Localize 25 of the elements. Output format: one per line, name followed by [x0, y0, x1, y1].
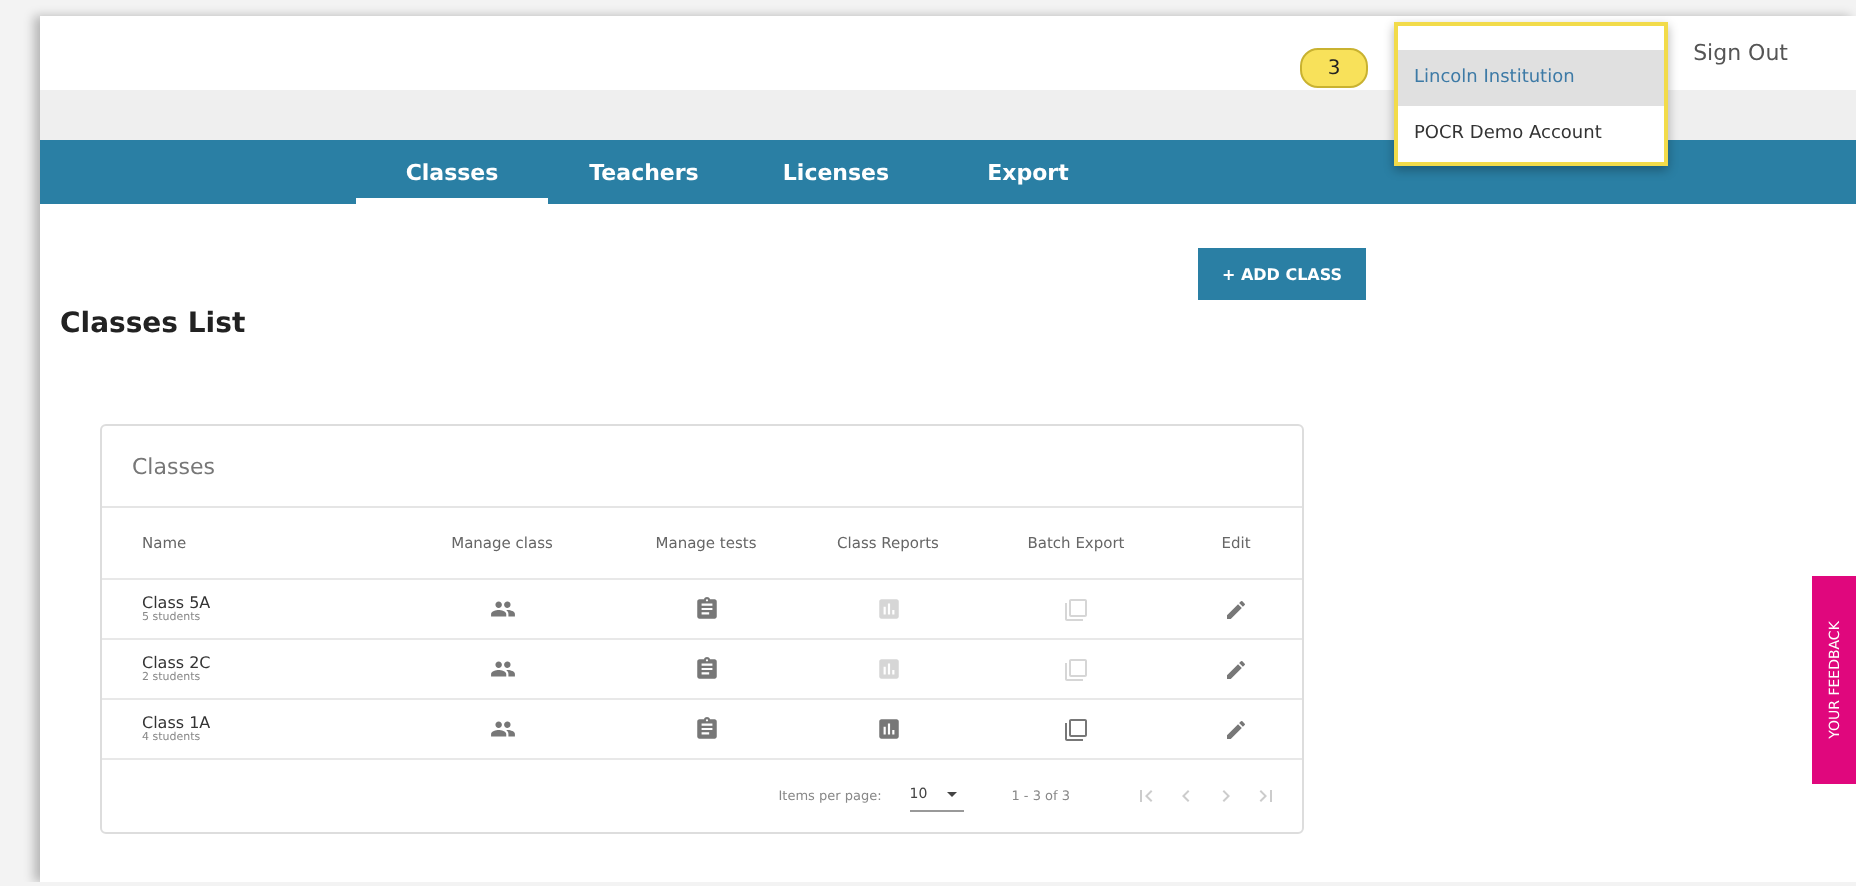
pencil-icon[interactable]	[1224, 717, 1248, 741]
pencil-icon[interactable]	[1224, 657, 1248, 681]
nav-tab[interactable]: Teachers	[548, 140, 740, 204]
nav-tab[interactable]: Classes	[356, 140, 548, 204]
account-menu-item[interactable]: POCR Demo Account	[1398, 106, 1664, 162]
class-name: Class 1A	[142, 714, 213, 732]
class-name: Class 2C	[142, 654, 213, 672]
people-icon[interactable]	[489, 596, 515, 622]
account-menu-item[interactable]: Lincoln Institution	[1398, 50, 1664, 106]
nav-tab[interactable]: Licenses	[740, 140, 932, 204]
copy-icon[interactable]	[1064, 717, 1088, 741]
sign-out-link[interactable]: Sign Out	[1693, 40, 1788, 66]
add-class-button[interactable]: + ADD CLASS	[1198, 248, 1366, 300]
people-icon[interactable]	[489, 716, 515, 742]
pencil-icon[interactable]	[1224, 597, 1248, 621]
card-title: Classes	[132, 453, 215, 479]
clipboard-icon[interactable]	[693, 716, 719, 742]
bar-chart-icon[interactable]	[875, 716, 901, 742]
step-callout: 3	[1300, 48, 1368, 88]
page-title: Classes List	[60, 308, 248, 340]
nav-tab[interactable]: Export	[932, 140, 1124, 204]
clipboard-icon[interactable]	[693, 656, 719, 682]
class-name: Class 5A	[142, 594, 213, 612]
clipboard-icon[interactable]	[693, 596, 719, 622]
people-icon[interactable]	[489, 656, 515, 682]
